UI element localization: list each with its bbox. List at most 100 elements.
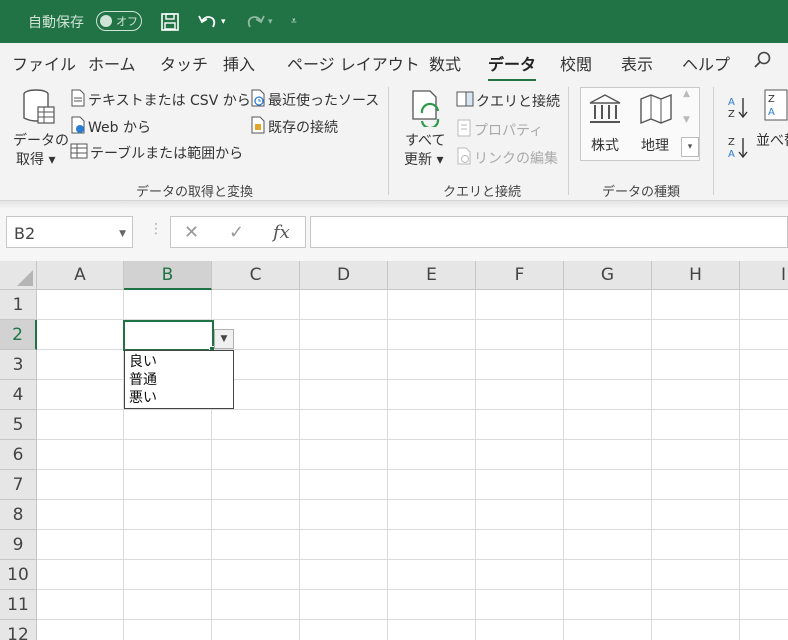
select-all-corner[interactable] bbox=[0, 261, 37, 290]
row-header-5[interactable]: 5 bbox=[0, 410, 37, 440]
undo-dropdown-icon[interactable]: ▾ bbox=[221, 17, 226, 27]
column-header-c[interactable]: C bbox=[212, 261, 300, 290]
ribbon: データの 取得 ▾ テキストまたは CSV から Web から テーブルまたは範… bbox=[0, 81, 788, 201]
gallery-scroll-up-icon[interactable]: ▲ bbox=[683, 89, 690, 99]
gridline-vertical bbox=[475, 290, 476, 640]
sort-ascending-icon[interactable]: AZ bbox=[727, 95, 749, 119]
name-box-value: B2 bbox=[14, 224, 36, 243]
properties-button[interactable]: プロパティ bbox=[456, 119, 543, 141]
svg-text:Z: Z bbox=[768, 94, 775, 105]
autosave-toggle[interactable]: オフ bbox=[96, 11, 142, 31]
queries-connections-button[interactable]: クエリと接続 bbox=[456, 91, 560, 111]
existing-connections-button[interactable]: 既存の接続 bbox=[250, 116, 338, 138]
refresh-all-line1[interactable]: すべて bbox=[405, 130, 445, 150]
from-text-csv-button[interactable]: テキストまたは CSV から bbox=[70, 89, 251, 111]
insert-function-icon[interactable]: fx bbox=[273, 222, 290, 243]
row-header-4[interactable]: 4 bbox=[0, 380, 37, 410]
from-web-button[interactable]: Web から bbox=[70, 116, 151, 138]
stocks-button[interactable]: 株式 bbox=[591, 135, 619, 155]
table-icon bbox=[70, 143, 88, 163]
name-box-dropdown-icon[interactable]: ▼ bbox=[119, 229, 126, 239]
undo-icon[interactable]: ▾ bbox=[197, 0, 226, 43]
worksheet-grid[interactable]: A B C D E F G H I 1 2 3 4 5 6 7 8 9 10 11 12 ▼ 良い 普通 悪い bbox=[0, 261, 788, 640]
tab-page-layout[interactable]: ページ レイアウト bbox=[287, 51, 420, 75]
properties-label: プロパティ bbox=[474, 123, 544, 139]
validation-dropdown-icon[interactable]: ▼ bbox=[214, 329, 234, 349]
tab-file[interactable]: ファイル bbox=[12, 51, 76, 75]
recent-sources-button[interactable]: 最近使ったソース bbox=[250, 89, 379, 111]
text-file-icon bbox=[70, 89, 86, 111]
properties-icon bbox=[456, 119, 472, 141]
get-data-button-line2[interactable]: 取得 ▾ bbox=[16, 149, 55, 169]
row-header-10[interactable]: 10 bbox=[0, 560, 37, 590]
sort-descending-icon[interactable]: ZA bbox=[727, 135, 749, 159]
customize-quick-access-icon[interactable]: ⩡ bbox=[291, 0, 297, 43]
edit-links-button[interactable]: リンクの編集 bbox=[456, 147, 558, 169]
column-header-a[interactable]: A bbox=[37, 261, 124, 290]
ribbon-shadow bbox=[0, 201, 788, 209]
gallery-more-icon[interactable]: ▾ bbox=[681, 137, 699, 157]
gridline-vertical bbox=[739, 290, 740, 640]
column-header-g[interactable]: G bbox=[564, 261, 652, 290]
dropdown-option[interactable]: 普通 bbox=[129, 371, 233, 389]
get-data-button-line1[interactable]: データの bbox=[13, 130, 69, 150]
title-bar: 自動保存 オフ ▾ ▾ ⩡ bbox=[0, 0, 788, 43]
column-header-i[interactable]: I bbox=[740, 261, 788, 290]
search-icon[interactable] bbox=[754, 51, 772, 73]
column-header-b[interactable]: B bbox=[124, 261, 212, 290]
confirm-entry-icon[interactable]: ✓ bbox=[229, 222, 244, 243]
row-header-9[interactable]: 9 bbox=[0, 530, 37, 560]
column-header-f[interactable]: F bbox=[476, 261, 564, 290]
redo-dropdown-icon[interactable]: ▾ bbox=[268, 17, 273, 27]
formula-bar-grip-icon[interactable]: ⋮ bbox=[149, 221, 163, 237]
row-header-11[interactable]: 11 bbox=[0, 590, 37, 620]
row-header-12[interactable]: 12 bbox=[0, 620, 37, 640]
ribbon-separator bbox=[388, 87, 389, 195]
row-header-8[interactable]: 8 bbox=[0, 500, 37, 530]
existing-connections-label: 既存の接続 bbox=[268, 120, 338, 136]
from-table-label: テーブルまたは範囲から bbox=[90, 146, 244, 162]
tab-formulas[interactable]: 数式 bbox=[429, 51, 461, 75]
gridline-horizontal bbox=[37, 469, 788, 470]
gallery-scroll-down-icon[interactable]: ▼ bbox=[683, 115, 690, 125]
row-header-3[interactable]: 3 bbox=[0, 350, 37, 380]
tab-review[interactable]: 校閲 bbox=[560, 51, 592, 75]
geography-button[interactable]: 地理 bbox=[641, 135, 669, 155]
ribbon-tabs: ファイル ホーム タッチ 挿入 ページ レイアウト 数式 データ 校閲 表示 ヘ… bbox=[0, 43, 788, 82]
tab-data[interactable]: データ bbox=[488, 51, 537, 82]
cancel-entry-icon[interactable]: ✕ bbox=[184, 222, 199, 243]
save-icon[interactable] bbox=[160, 0, 180, 43]
tab-home[interactable]: ホーム bbox=[88, 51, 136, 75]
column-header-h[interactable]: H bbox=[652, 261, 740, 290]
tab-touch[interactable]: タッチ bbox=[160, 51, 208, 75]
gridline-vertical bbox=[387, 290, 388, 640]
column-header-e[interactable]: E bbox=[388, 261, 476, 290]
column-header-d[interactable]: D bbox=[300, 261, 388, 290]
edit-links-label: リンクの編集 bbox=[474, 151, 558, 167]
dropdown-option[interactable]: 良い bbox=[129, 353, 233, 371]
row-header-6[interactable]: 6 bbox=[0, 440, 37, 470]
redo-icon[interactable]: ▾ bbox=[244, 0, 273, 43]
active-cell-b2[interactable] bbox=[123, 320, 214, 351]
sort-button[interactable]: 並べ替 bbox=[756, 130, 788, 150]
from-text-csv-label: テキストまたは CSV から bbox=[88, 93, 251, 109]
row-header-2[interactable]: 2 bbox=[0, 320, 37, 350]
toggle-knob bbox=[100, 15, 112, 27]
row-header-7[interactable]: 7 bbox=[0, 470, 37, 500]
tab-insert[interactable]: 挿入 bbox=[223, 51, 255, 75]
gridline-horizontal bbox=[37, 559, 788, 560]
tab-help[interactable]: ヘルプ bbox=[682, 51, 730, 75]
sort-dialog-icon[interactable]: ZA bbox=[764, 89, 788, 121]
from-table-button[interactable]: テーブルまたは範囲から bbox=[70, 143, 243, 163]
gridline-horizontal bbox=[37, 529, 788, 530]
formula-input[interactable] bbox=[310, 216, 788, 248]
queries-connections-label: クエリと接続 bbox=[476, 94, 560, 110]
gridline-horizontal bbox=[37, 439, 788, 440]
name-box[interactable]: B2 ▼ bbox=[6, 216, 133, 248]
row-header-1[interactable]: 1 bbox=[0, 290, 37, 320]
from-web-label: Web から bbox=[88, 120, 151, 136]
tab-view[interactable]: 表示 bbox=[621, 51, 653, 75]
refresh-all-line2[interactable]: 更新 ▾ bbox=[404, 149, 443, 169]
gridline-horizontal bbox=[37, 499, 788, 500]
dropdown-option[interactable]: 悪い bbox=[129, 389, 233, 407]
